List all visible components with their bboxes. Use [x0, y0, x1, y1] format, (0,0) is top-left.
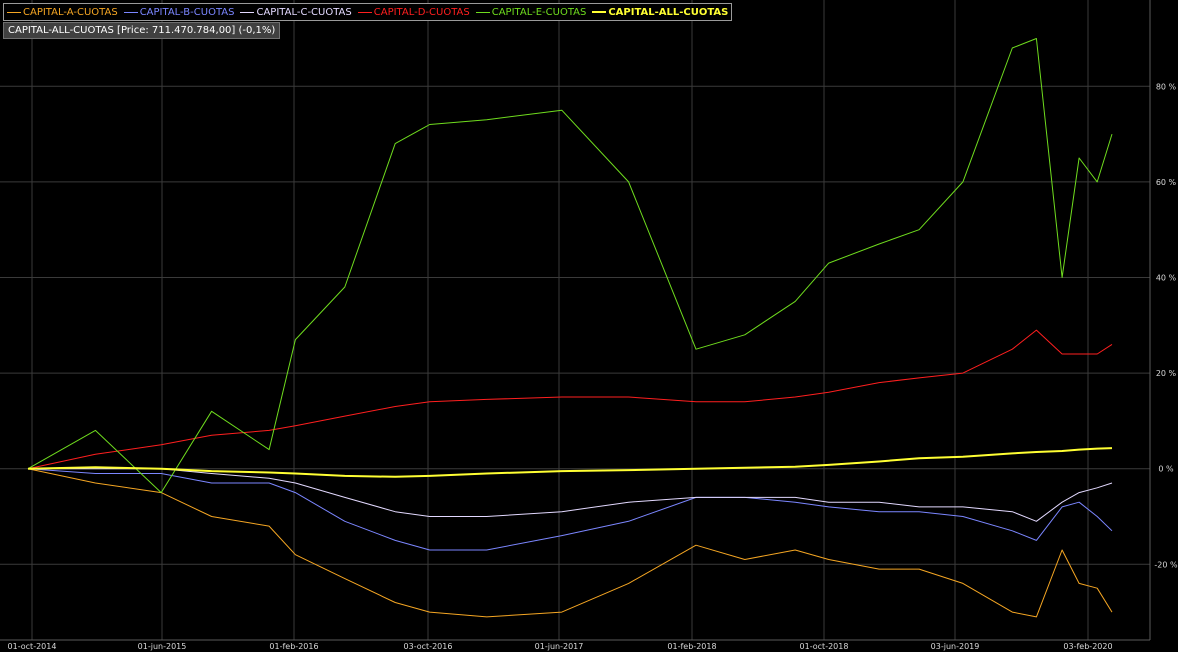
legend-label: CAPITAL-D-CUOTAS	[373, 6, 470, 18]
legend-label: CAPITAL-E-CUOTAS	[491, 6, 587, 18]
series-line-capital-c-cuotas	[28, 468, 1113, 522]
line-chart: 01-oct-2014 01-jun-2015 01-feb-2016 03-oct-…	[0, 0, 1178, 651]
legend-item-capital-d[interactable]: CAPITAL-D-CUOTAS	[357, 6, 470, 18]
x-tick-label: 01-oct-2014	[8, 642, 57, 651]
legend-swatch	[475, 11, 490, 13]
chart-grid	[0, 0, 1151, 641]
legend-label: CAPITAL-B-CUOTAS	[139, 6, 235, 18]
series-line-capital-b-cuotas	[27, 468, 1113, 551]
legend-item-capital-c[interactable]: CAPITAL-C-CUOTAS	[240, 6, 352, 18]
x-tick-label: 03-oct-2016	[404, 642, 453, 651]
x-axis-ticks: 01-oct-2014 01-jun-2015 01-feb-2016 03-oct-…	[8, 642, 1113, 651]
x-tick-label: 03-jun-2019	[931, 642, 980, 651]
legend-swatch	[240, 11, 255, 13]
legend-swatch	[357, 11, 372, 13]
x-tick-label: 01-jun-2015	[138, 642, 187, 651]
legend-swatch	[7, 11, 21, 13]
series-line-capital-all-cuotas	[27, 447, 1113, 478]
series-line-capital-e-cuotas	[27, 38, 1113, 494]
chart-series	[27, 38, 1113, 618]
y-tick-label: 60 %	[1156, 178, 1177, 187]
y-tick-label: -20 %	[1154, 560, 1178, 569]
legend-label: CAPITAL-C-CUOTAS	[256, 6, 352, 18]
legend-item-capital-all[interactable]: CAPITAL-ALL-CUOTAS	[592, 7, 728, 18]
x-tick-label: 01-feb-2018	[667, 642, 716, 651]
y-tick-label: 20 %	[1156, 369, 1177, 378]
price-info-box: CAPITAL-ALL-CUOTAS [Price: 711.470.784,0…	[3, 22, 281, 39]
legend-swatch	[123, 11, 138, 13]
y-tick-label: 40 %	[1156, 273, 1177, 282]
legend-item-capital-e[interactable]: CAPITAL-E-CUOTAS	[475, 6, 587, 18]
x-tick-label: 01-jun-2017	[535, 642, 584, 651]
legend-label: CAPITAL-ALL-CUOTAS	[608, 6, 729, 18]
series-line-capital-a-cuotas	[27, 468, 1113, 618]
legend-label: CAPITAL-A-CUOTAS	[23, 6, 118, 18]
series-line-capital-d-cuotas	[27, 329, 1113, 470]
x-tick-label: 01-oct-2018	[800, 642, 849, 651]
legend-item-capital-b[interactable]: CAPITAL-B-CUOTAS	[123, 6, 235, 18]
y-tick-label: 80 %	[1156, 82, 1177, 91]
y-tick-label: 0 %	[1158, 465, 1174, 474]
chart-legend: CAPITAL-A-CUOTAS CAPITAL-B-CUOTAS CAPITA…	[3, 3, 733, 21]
y-axis-ticks: 80 % 60 % 40 % 20 % 0 % -20 %	[1154, 82, 1178, 569]
x-tick-label: 03-feb-2020	[1063, 642, 1112, 651]
legend-swatch	[592, 11, 607, 13]
legend-item-capital-a[interactable]: CAPITAL-A-CUOTAS	[7, 7, 118, 18]
x-tick-label: 01-feb-2016	[269, 642, 318, 651]
